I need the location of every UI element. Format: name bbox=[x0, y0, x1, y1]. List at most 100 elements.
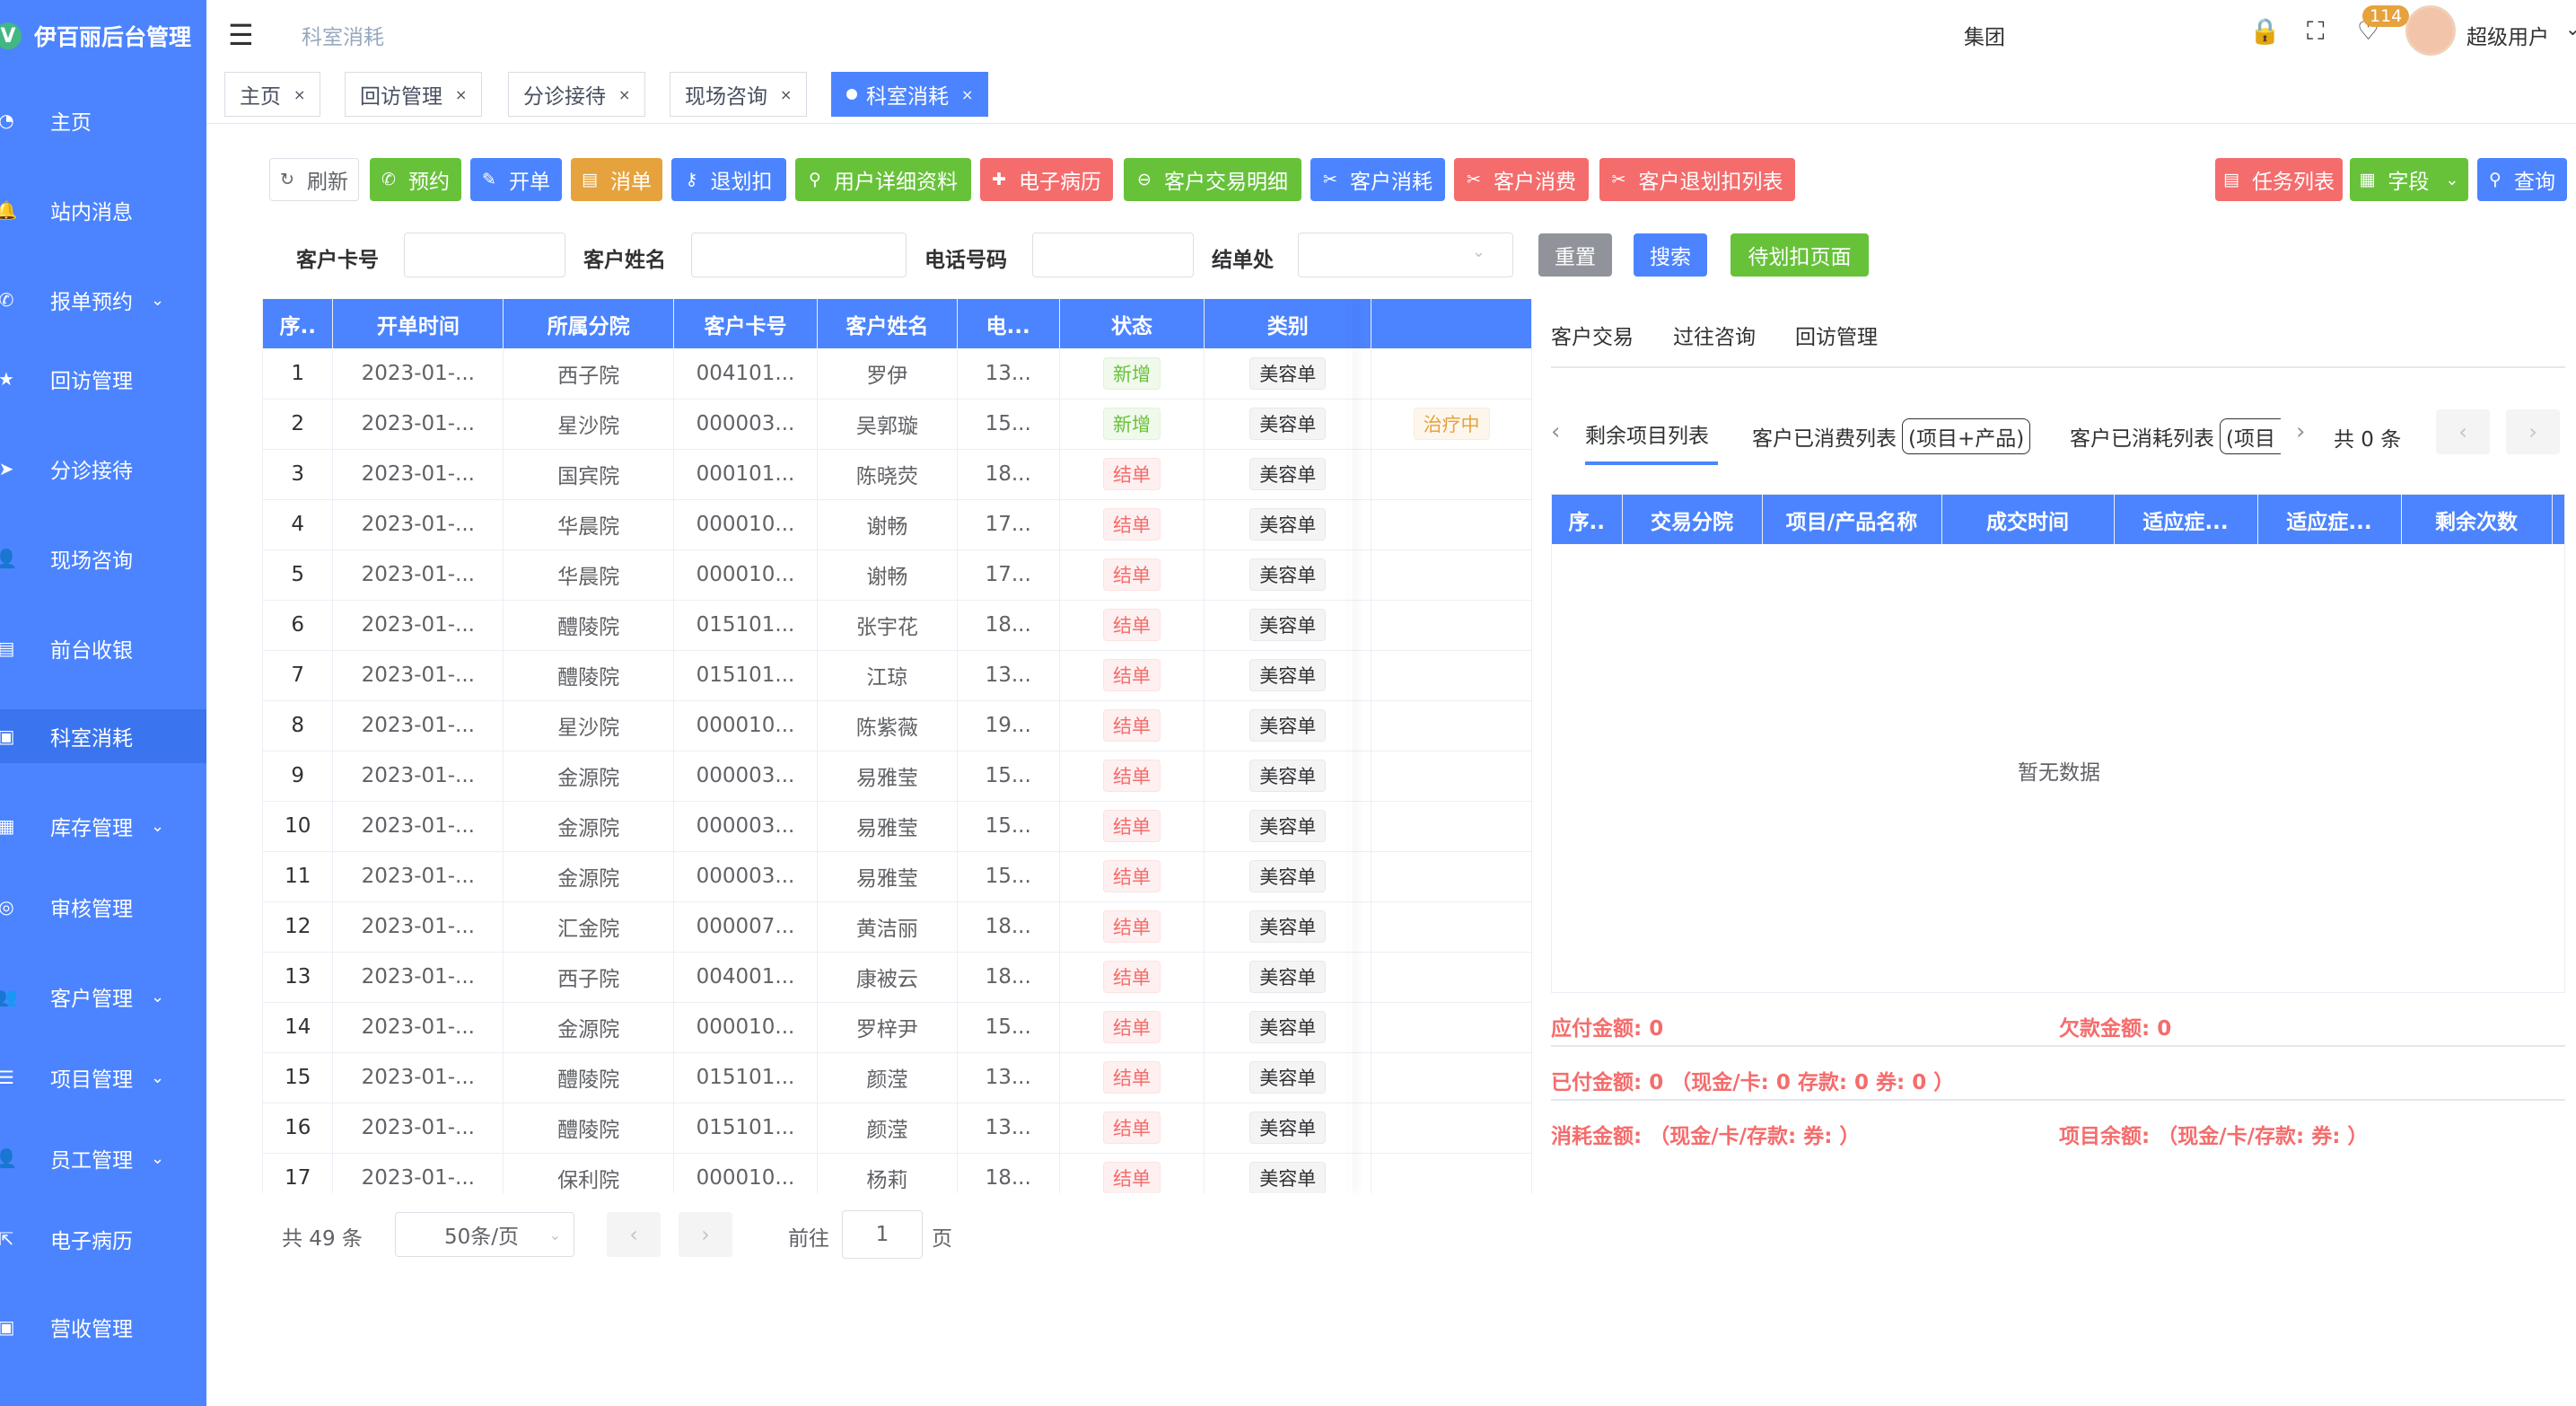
table-row[interactable]: 13 2023-01-... 西子院 004001... 康被云 18... 结单 美容单 bbox=[263, 952, 1532, 1003]
query-button[interactable]: ⚲ 查询 bbox=[2477, 158, 2567, 201]
table-row[interactable]: 9 2023-01-... 金源院 000003... 易雅莹 15... 结单 美容单 bbox=[263, 751, 1532, 802]
col-header-remaining[interactable]: 剩余次数 bbox=[2401, 495, 2553, 544]
tag-followup[interactable]: 回访管理 × bbox=[345, 72, 483, 117]
trade-detail-button[interactable]: ⊖ 客户交易明细 bbox=[1124, 158, 1301, 201]
chevron-left-icon[interactable]: ‹ bbox=[1551, 418, 1560, 445]
tab-followup[interactable]: 回访管理 bbox=[1795, 320, 1878, 350]
sidebar-item-7[interactable]: ▣ 科室消耗 bbox=[0, 709, 206, 763]
table-row[interactable]: 17 2023-01-... 保利院 000010... 杨莉 18... 结单 美容单 bbox=[263, 1153, 1532, 1193]
table-row[interactable]: 14 2023-01-... 金源院 000010... 罗梓尹 15... 结单 美容单 bbox=[263, 1002, 1532, 1053]
table-row[interactable]: 16 2023-01-... 醴陵院 015101... 颜滢 13... 结单 美容单 bbox=[263, 1103, 1532, 1154]
right-prev-button[interactable]: ‹ bbox=[2436, 409, 2490, 454]
table-row[interactable]: 7 2023-01-... 醴陵院 015101... 江琼 13... 结单 美容单 bbox=[263, 650, 1532, 701]
lock-icon[interactable]: 🔒 bbox=[2249, 16, 2281, 46]
page-size-select[interactable]: 50条/页 ⌄ bbox=[395, 1212, 574, 1257]
sidebar-item-1[interactable]: 🔔 站内消息 bbox=[0, 183, 206, 237]
prev-page-button[interactable]: ‹ bbox=[607, 1212, 661, 1257]
task-list-button[interactable]: ▤ 任务列表 bbox=[2215, 158, 2343, 201]
close-icon[interactable]: × bbox=[455, 86, 467, 103]
cancel-order-button[interactable]: ▤ 消单 bbox=[571, 158, 662, 201]
table-row[interactable]: 5 2023-01-... 华晨院 000010... 谢畅 17... 结单 美容单 bbox=[263, 549, 1532, 601]
sidebar-item-2[interactable]: ✆ 报单预约 ⌄ bbox=[0, 273, 206, 327]
chevron-down-icon[interactable]: ⌄ bbox=[2565, 18, 2576, 40]
chevron-right-icon[interactable]: › bbox=[2296, 418, 2305, 445]
col-header-deal-time[interactable]: 成交时间 bbox=[1941, 495, 2115, 544]
tag-home[interactable]: 主页 × bbox=[224, 72, 321, 117]
col-header-status[interactable]: 状态 bbox=[1059, 299, 1205, 348]
col-header-phone[interactable]: 电... bbox=[957, 299, 1060, 348]
right-next-button[interactable]: › bbox=[2506, 409, 2560, 454]
sidebar-item-0[interactable]: ◔ 主页 bbox=[0, 93, 206, 147]
breadcrumb[interactable]: 科室消耗 bbox=[302, 20, 384, 50]
pending-page-button[interactable]: 待划扣页面 bbox=[1730, 233, 1869, 277]
col-header-name[interactable]: 客户姓名 bbox=[817, 299, 958, 348]
table-row[interactable]: 3 2023-01-... 国宾院 000101... 陈晓荧 18... 结单 美容单 bbox=[263, 449, 1532, 500]
sidebar-item-9[interactable]: ◎ 审核管理 bbox=[0, 880, 206, 934]
refund-deduct-button[interactable]: ⚷ 退划扣 bbox=[671, 158, 786, 201]
sidebar-item-10[interactable]: 👥 客户管理 ⌄ bbox=[0, 970, 206, 1024]
sidebar-item-14[interactable]: ▣ 营收管理 bbox=[0, 1300, 206, 1354]
next-page-button[interactable]: › bbox=[679, 1212, 732, 1257]
table-row[interactable]: 1 2023-01-... 西子院 004101... 罗伊 13... 新增 美容单 bbox=[263, 348, 1532, 400]
group-label[interactable]: 集团 bbox=[1964, 20, 2005, 50]
table-row[interactable]: 4 2023-01-... 华晨院 000010... 谢畅 17... 结单 美容单 bbox=[263, 499, 1532, 550]
phone-input[interactable] bbox=[1032, 233, 1194, 277]
reset-button[interactable]: 重置 bbox=[1538, 233, 1612, 277]
tag-triage[interactable]: 分诊接待 × bbox=[508, 72, 646, 117]
sidebar-item-12[interactable]: 👤 员工管理 ⌄ bbox=[0, 1131, 206, 1185]
tag-consult[interactable]: 现场咨询 × bbox=[670, 72, 808, 117]
col-header-category[interactable]: 类别 bbox=[1204, 299, 1372, 348]
col-header-indication-1[interactable]: 适应症... bbox=[2114, 495, 2258, 544]
sidebar-item-8[interactable]: ▦ 库存管理 ⌄ bbox=[0, 799, 206, 853]
table-row[interactable]: 10 2023-01-... 金源院 000003... 易雅莹 15... 结单 美容单 bbox=[263, 801, 1532, 852]
fullscreen-icon[interactable]: ⛶ bbox=[2307, 16, 2325, 47]
goto-page-input[interactable] bbox=[842, 1210, 923, 1259]
card-input[interactable] bbox=[404, 233, 565, 277]
refresh-button[interactable]: ↻ 刷新 bbox=[269, 158, 359, 201]
tag-dept-consume[interactable]: 科室消耗 × bbox=[831, 72, 989, 117]
col-header-item-name[interactable]: 项目/产品名称 bbox=[1762, 495, 1942, 544]
fields-dropdown-button[interactable]: ▦ 字段 ⌄ bbox=[2350, 158, 2468, 201]
sidebar-item-6[interactable]: ▤ 前台收银 bbox=[0, 621, 206, 675]
table-row[interactable]: 15 2023-01-... 醴陵院 015101... 颜滢 13... 结单 美容单 bbox=[263, 1052, 1532, 1103]
open-order-button[interactable]: ✎ 开单 bbox=[470, 158, 562, 201]
subtab-consumed[interactable]: 客户已消费列表 (项目+产品) bbox=[1752, 418, 2031, 454]
customer-consume-button[interactable]: ✂ 客户消耗 bbox=[1310, 158, 1445, 201]
close-icon[interactable]: × bbox=[780, 86, 792, 103]
table-row[interactable]: 12 2023-01-... 汇金院 000007... 黄洁丽 18... 结单 美容单 bbox=[263, 901, 1532, 953]
avatar[interactable] bbox=[2405, 5, 2456, 56]
table-row[interactable]: 2 2023-01-... 星沙院 000003... 吴郭璇 15... 新增 美容单 治疗中 bbox=[263, 399, 1532, 450]
emr-button[interactable]: ✚ 电子病历 bbox=[980, 158, 1113, 201]
col-header-branch[interactable]: 交易分院 bbox=[1622, 495, 1763, 544]
appointment-button[interactable]: ✆ 预约 bbox=[370, 158, 461, 201]
col-header-no[interactable]: 序.. bbox=[1552, 495, 1623, 544]
search-button[interactable]: 搜索 bbox=[1634, 233, 1707, 277]
sidebar-item-5[interactable]: 👤 现场咨询 bbox=[0, 532, 206, 585]
user-name[interactable]: 超级用户 bbox=[2466, 20, 2549, 50]
col-header-branch[interactable]: 所属分院 bbox=[503, 299, 675, 348]
sidebar-item-11[interactable]: ☰ 项目管理 ⌄ bbox=[0, 1050, 206, 1104]
refund-list-button[interactable]: ✂ 客户退划扣列表 bbox=[1599, 158, 1795, 201]
close-icon[interactable]: × bbox=[961, 86, 973, 103]
cell-phone: 19... bbox=[957, 700, 1060, 751]
col-header-time[interactable]: 开单时间 bbox=[332, 299, 504, 348]
hamburger-icon[interactable]: ☰ bbox=[228, 18, 254, 52]
subtab-used[interactable]: 客户已消耗列表 (项目 bbox=[2070, 418, 2281, 454]
col-header-card[interactable]: 客户卡号 bbox=[673, 299, 818, 348]
tab-past-consult[interactable]: 过往咨询 bbox=[1673, 320, 1756, 350]
table-row[interactable]: 8 2023-01-... 星沙院 000010... 陈紫薇 19... 结单 美容单 bbox=[263, 700, 1532, 751]
tab-customer-trade[interactable]: 客户交易 bbox=[1551, 320, 1634, 350]
sidebar-item-13[interactable]: ⇱ 电子病历 bbox=[0, 1212, 206, 1266]
sidebar-item-4[interactable]: ➤ 分诊接待 bbox=[0, 442, 206, 496]
subtab-remaining[interactable]: 剩余项目列表 bbox=[1585, 418, 1709, 449]
close-icon[interactable]: × bbox=[294, 86, 305, 103]
user-detail-button[interactable]: ⚲ 用户详细资料 bbox=[795, 158, 971, 201]
col-header-no[interactable]: 序.. bbox=[263, 299, 334, 348]
table-row[interactable]: 6 2023-01-... 醴陵院 015101... 张宇花 18... 结单 美容单 bbox=[263, 600, 1532, 651]
close-icon[interactable]: × bbox=[618, 86, 630, 103]
customer-spend-button[interactable]: ✂ 客户消费 bbox=[1454, 158, 1589, 201]
col-header-indication-2[interactable]: 适应症... bbox=[2257, 495, 2402, 544]
table-row[interactable]: 11 2023-01-... 金源院 000003... 易雅莹 15... 结单 美容单 bbox=[263, 851, 1532, 902]
sidebar-item-3[interactable]: ★ 回访管理 bbox=[0, 352, 206, 406]
name-input[interactable] bbox=[691, 233, 907, 277]
